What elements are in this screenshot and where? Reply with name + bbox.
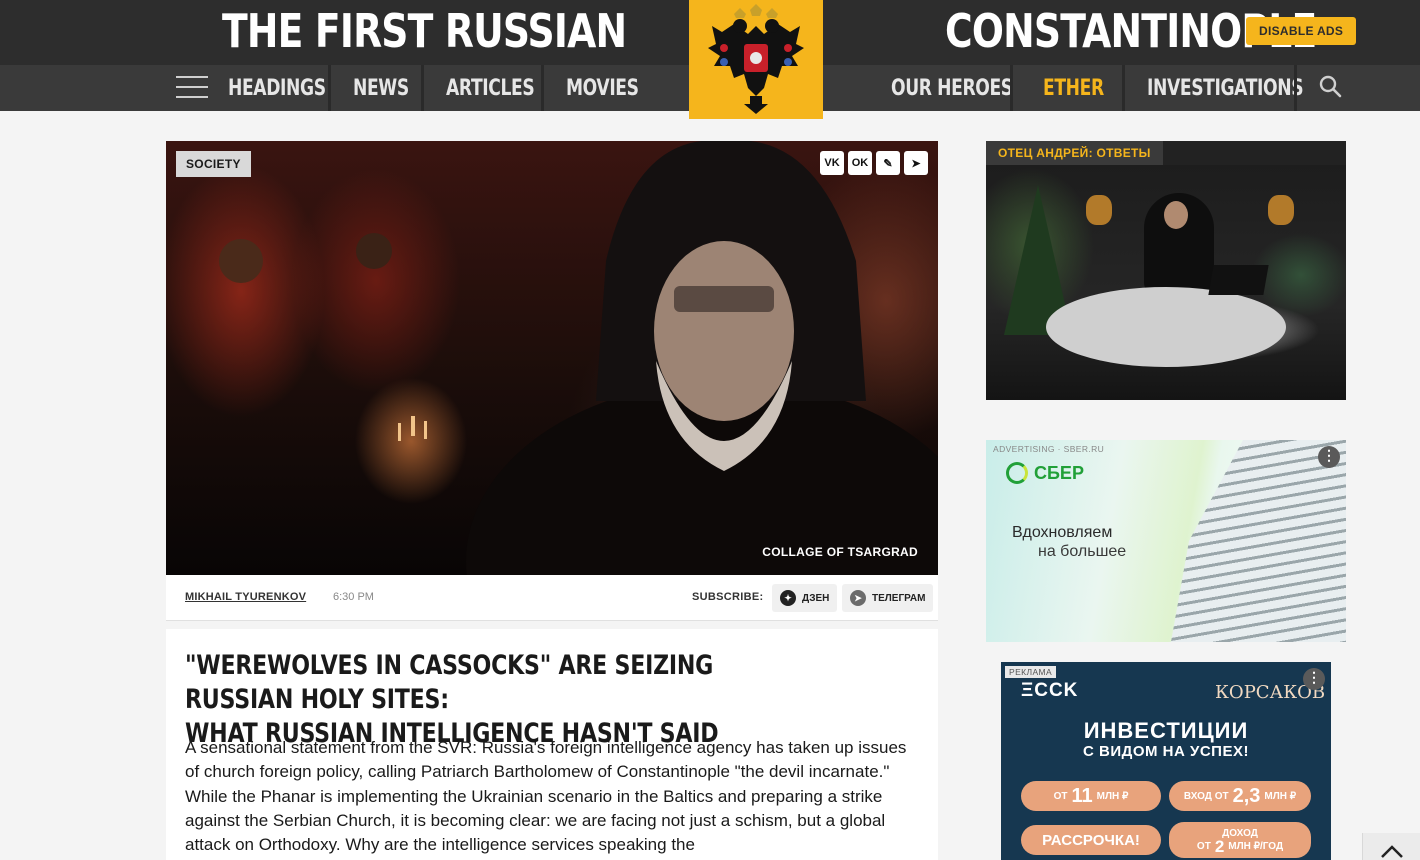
pill-text: МЛН ₽/ГОД (1228, 841, 1284, 852)
eagle-icon (1268, 195, 1294, 225)
sber-logo: СБЕР (1006, 462, 1084, 484)
telegram-share-button[interactable]: ➤ (904, 151, 928, 175)
pill-text: ОТ (1053, 790, 1068, 802)
pill-text: МЛН ₽ (1264, 790, 1297, 802)
double-headed-eagle-icon (708, 3, 804, 114)
pill-text: ОТ (1196, 841, 1211, 852)
author-link[interactable]: MIKHAIL TYURENKOV (185, 591, 306, 603)
ad-label: ADVERTISING · SBER.RU (993, 444, 1105, 454)
ad-subheadline: С ВИДОМ НА УСПЕХ! (1083, 743, 1249, 760)
ad-headline: ИНВЕСТИЦИИ (1083, 718, 1249, 743)
dzen-icon: ✦ (780, 590, 796, 606)
telegram-subscribe-button[interactable]: ➤ ТЕЛЕГРАМ (842, 584, 934, 612)
disable-ads-button[interactable]: DISABLE ADS (1246, 17, 1357, 45)
ad-tag: РЕКЛАМА (1005, 666, 1057, 678)
nav-label: MOVIES (566, 75, 639, 101)
publish-time: 6:30 PM (333, 591, 374, 603)
ad-menu-icon[interactable]: ⋮ (1303, 668, 1325, 690)
nav-item-our-heroes[interactable]: OUR HEROES (891, 65, 1047, 111)
search-button[interactable] (1318, 74, 1344, 100)
nav-label: HEADINGS (228, 75, 326, 101)
nav-item-news[interactable]: NEWS (353, 65, 425, 111)
pill-number: 2 (1214, 837, 1225, 856)
article-meta: MIKHAIL TYURENKOV 6:30 PM SUBSCRIBE: ✦ Д… (166, 575, 938, 621)
pill-number: 2,3 (1232, 784, 1261, 807)
nav-label: ETHER (1043, 75, 1104, 101)
nav-item-movies[interactable]: MOVIES (566, 65, 659, 111)
sber-check-icon (1006, 462, 1028, 484)
livejournal-share-button[interactable]: ✎ (876, 151, 900, 175)
subscribe-label: SUBSCRIBE: (692, 591, 764, 603)
ad-menu-icon[interactable]: ⋮ (1318, 446, 1340, 468)
sidebar-video[interactable]: ОТЕЦ АНДРЕЙ: ОТВЕТЫ (986, 141, 1346, 400)
nav-label: OUR HEROES (891, 75, 1013, 101)
scroll-to-top-button[interactable] (1362, 833, 1420, 860)
hero-illustration (219, 141, 938, 575)
nav-divider (1010, 65, 1013, 111)
nav-divider (328, 65, 331, 111)
site-logo[interactable] (689, 0, 823, 119)
building-illustration (1171, 440, 1346, 642)
telegram-label: ТЕЛЕГРАМ (872, 592, 926, 604)
presenter-face (1164, 201, 1188, 229)
studio-table (1046, 287, 1286, 367)
pill-number: 11 (1071, 784, 1093, 807)
nav-divider (421, 65, 424, 111)
article-body: "WEREWOLVES IN CASSOCKS" ARE SEIZING RUS… (166, 629, 938, 860)
eagle-icon (1086, 195, 1112, 225)
article-lead: A sensational statement from the SVR: Ru… (185, 738, 907, 855)
ad-headline-1: Вдохновляем (1012, 524, 1113, 541)
video-label[interactable]: ОТЕЦ АНДРЕЙ: ОТВЕТЫ (986, 141, 1163, 165)
image-caption: COLLAGE OF TSARGRAD (762, 545, 918, 559)
chevron-up-icon (1380, 845, 1403, 858)
realty-ad[interactable]: РЕКЛАМА ΞCCK КОРСАКОВ ИНВЕСТИЦИИ С ВИДОМ… (1001, 662, 1331, 860)
nav-item-headings[interactable]: HEADINGS (228, 65, 353, 111)
video-thumbnail[interactable] (986, 165, 1346, 400)
pill-text: ДОХОД (1222, 828, 1258, 839)
menu-icon[interactable] (176, 76, 208, 98)
category-badge[interactable]: SOCIETY (176, 151, 251, 177)
nav-divider (541, 65, 544, 111)
nav-label: ARTICLES (446, 75, 535, 101)
dzen-subscribe-button[interactable]: ✦ ДЗЕН (772, 584, 838, 612)
nav-label: INVESTIGATIONS (1147, 75, 1304, 101)
search-icon (1319, 75, 1342, 98)
nav-divider (1294, 65, 1297, 111)
ad-pill-income: ДОХОД ОТ 2 МЛН ₽/ГОД (1169, 822, 1311, 858)
nav-divider (1122, 65, 1125, 111)
sber-ad[interactable]: ADVERTISING · SBER.RU СБЕР Вдохновляем н… (986, 440, 1346, 642)
sber-brand: СБЕР (1034, 462, 1084, 483)
telegram-icon: ➤ (850, 590, 866, 606)
ad-headline-2: на большее (1038, 543, 1127, 560)
vk-share-button[interactable]: VK (820, 151, 844, 175)
nav-item-ether[interactable]: ETHER (1043, 65, 1121, 111)
site-title-left[interactable]: THE FIRST RUSSIAN (222, 4, 627, 58)
hero-image[interactable]: SOCIETY VK OK ✎ ➤ COLLAGE OF TSARGRAD (166, 141, 938, 575)
ad-pill-price: ОТ 11 МЛН ₽ (1021, 781, 1161, 811)
pill-text: МЛН ₽ (1096, 790, 1129, 802)
pill-text: ВХОД ОТ (1183, 790, 1229, 802)
share-buttons: VK OK ✎ ➤ (820, 151, 928, 175)
ad-pill-entry: ВХОД ОТ 2,3 МЛН ₽ (1169, 781, 1311, 811)
ad-pill-installment: РАССРОЧКА! (1021, 825, 1161, 855)
ad-brand-logo: ΞCCK (1021, 680, 1079, 701)
ok-share-button[interactable]: OK (848, 151, 872, 175)
laptop-icon (1208, 265, 1269, 295)
dzen-label: ДЗЕН (802, 592, 830, 604)
nav-label: NEWS (353, 75, 409, 101)
